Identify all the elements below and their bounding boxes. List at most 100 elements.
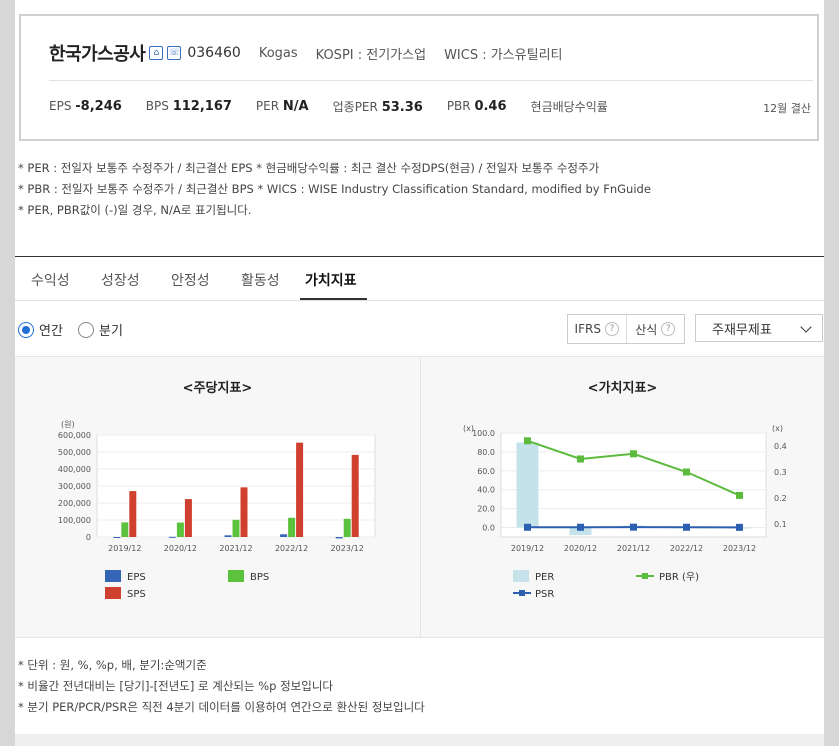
footnote-line: * 분기 PER/PCR/PSR은 직전 4분기 데이터를 이용하여 연간으로 …: [18, 700, 425, 714]
formula-button[interactable]: 산식?: [625, 315, 685, 343]
bar-sps: [296, 442, 304, 537]
company-name: 한국가스공사: [49, 44, 146, 65]
statement-select-value: 주재무제표: [712, 322, 772, 338]
footnotes: * 단위 : 원, %, %p, 배, 분기:순액기준 * 비율간 전년대비는 …: [18, 655, 425, 718]
tab-activity[interactable]: 활동성: [241, 270, 280, 290]
company-summary-box: 한국가스공사 ⌂ ☏ 036460 Kogas KOSPI : 전기가스업 WI…: [19, 14, 819, 141]
point-psr: [577, 523, 584, 531]
active-tab-underline: [300, 298, 367, 300]
value-chart-panel: <가치지표> (x) (x) 0.0 20.0 40.0 60.0 80.0 100.0 0.1…: [421, 357, 824, 637]
tick-label: 100.0: [472, 429, 495, 438]
indicator-per: PER N/A: [255, 99, 309, 114]
tab-growth[interactable]: 성장성: [101, 270, 140, 290]
tick-label: 40.0: [477, 486, 495, 495]
radio-quarter[interactable]: 분기: [78, 320, 123, 339]
tick-label: 400,000: [58, 465, 91, 474]
category-label: 2019/12: [511, 544, 544, 553]
radio-quarter-indicator[interactable]: [78, 321, 94, 338]
bar-eps: [280, 534, 288, 537]
tick-label: 60.0: [477, 467, 495, 476]
statement-select[interactable]: 주재무제표: [695, 314, 823, 342]
point-pbr: [683, 468, 690, 476]
tick-label: 200,000: [58, 499, 91, 508]
per-share-chart-panel: <주당지표> (원) 0 100,000 200,000 300,000 400,000 5…: [15, 357, 421, 637]
category-label: 2019/12: [108, 544, 141, 553]
header-divider: [49, 80, 813, 81]
chevron-down-icon: [800, 321, 812, 333]
home-icon[interactable]: ⌂: [149, 46, 164, 60]
indicator-tabs: 수익성 성장성 안정성 활동성 가치지표: [15, 258, 824, 301]
chart-title: <주당지표>: [182, 381, 253, 396]
tick-label: 20.0: [477, 505, 495, 514]
tick-label: 0.3: [774, 468, 787, 477]
bar-eps: [168, 536, 176, 538]
section-divider: [15, 256, 824, 257]
english-name: Kogas: [258, 45, 298, 61]
axis-label: (원): [61, 420, 75, 429]
category-label: 2020/12: [564, 544, 597, 553]
bar-sps: [184, 499, 192, 537]
tick-label: 500,000: [58, 448, 91, 457]
tick-label: 0.4: [774, 442, 787, 451]
bar-sps: [240, 487, 248, 537]
tick-label: 80.0: [477, 448, 495, 457]
indicator-row: EPS -8,246 BPS 112,167 PER N/A 업종PER 53.…: [49, 98, 632, 115]
legend-swatch: [105, 570, 121, 582]
legend-label: BPS: [250, 572, 269, 583]
bar-bps: [232, 519, 240, 537]
indicator-dividend-yield: 현금배당수익률: [530, 100, 608, 114]
formula-label: 산식: [635, 322, 658, 337]
point-psr: [736, 523, 743, 531]
wics-sector: WICS : 가스유틸리티: [444, 47, 563, 63]
category-label: 2021/12: [617, 544, 650, 553]
stock-code: 036460: [187, 45, 241, 61]
tick-label: 100,000: [58, 516, 91, 525]
indicator-eps: EPS -8,246: [49, 99, 122, 114]
legend-swatch: [105, 587, 121, 599]
per-share-chart: (원) 0 100,000 200,000 300,000 400,000 500,000 6…: [58, 420, 376, 600]
market-sector: KOSPI : 전기가스업: [315, 47, 427, 63]
help-icon[interactable]: ?: [661, 322, 676, 336]
company-title-row: 한국가스공사 ⌂ ☏ 036460 Kogas KOSPI : 전기가스업 WI…: [49, 42, 563, 65]
point-psr: [683, 523, 690, 531]
tick-label: 0.2: [774, 494, 787, 503]
point-psr: [524, 523, 531, 531]
help-icon[interactable]: ?: [604, 322, 619, 336]
tick-label: 0.1: [774, 520, 787, 529]
bar-per: [516, 442, 539, 528]
footnote-line: * 비율간 전년대비는 [당기]-[전년도] 로 계산되는 %p 정보입니다: [18, 679, 333, 693]
legend-swatch: [228, 570, 244, 582]
bar-eps: [224, 535, 232, 537]
footnote-line: * 단위 : 원, %, %p, 배, 분기:순액기준: [18, 658, 207, 672]
legend-swatch: [513, 570, 529, 582]
tick-label: 300,000: [58, 482, 91, 491]
tab-profitability[interactable]: 수익성: [31, 270, 70, 290]
legend-label: PER: [535, 572, 554, 583]
tab-stability[interactable]: 안정성: [171, 270, 210, 290]
chart-title: <가치지표>: [587, 381, 658, 396]
bottom-strip: [15, 734, 824, 746]
tick-label: 0: [86, 533, 91, 542]
settlement-month: 12월 결산: [763, 102, 811, 115]
indicator-industry-per: 업종PER 53.36: [332, 100, 423, 115]
radio-annual-label: 연간: [39, 324, 63, 339]
ifrs-button[interactable]: IFRS?: [568, 315, 626, 343]
ir-icon[interactable]: ☏: [167, 46, 182, 60]
point-pbr: [577, 455, 584, 463]
point-pbr: [736, 491, 743, 499]
ifrs-label: IFRS: [574, 322, 601, 336]
point-pbr: [630, 450, 637, 458]
radio-annual[interactable]: 연간: [18, 320, 63, 339]
legend-label: SPS: [127, 589, 146, 600]
bar-bps: [176, 522, 184, 537]
radio-annual-indicator[interactable]: [18, 321, 34, 338]
point-psr: [630, 523, 637, 531]
tab-value[interactable]: 가치지표: [305, 270, 357, 290]
indicator-bps: BPS 112,167: [145, 99, 232, 114]
header-notes: * PER : 전일자 보통주 수정주가 / 최근결산 EPS * 현금배당수익…: [18, 158, 651, 221]
category-label: 2021/12: [219, 544, 252, 553]
options-row: 연간 분기 IFRS? 산식? 주재무제표: [15, 314, 824, 346]
bar-sps: [129, 491, 137, 537]
axis-label: (x): [772, 424, 783, 433]
page: 한국가스공사 ⌂ ☏ 036460 Kogas KOSPI : 전기가스업 WI…: [15, 0, 824, 734]
